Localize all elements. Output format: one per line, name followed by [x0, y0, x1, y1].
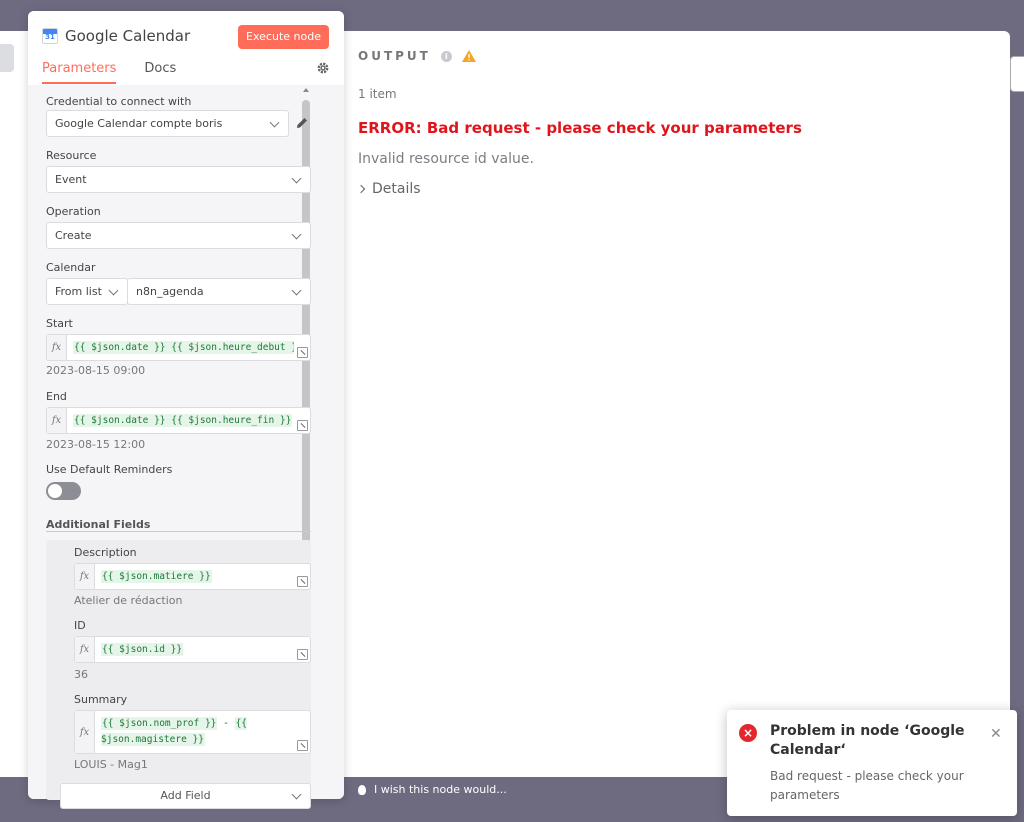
end-label: End: [46, 390, 67, 403]
output-header: OUTPUT i: [358, 49, 476, 63]
chevron-right-icon: [356, 184, 366, 194]
node-title-text: Google Calendar: [65, 27, 191, 45]
expand-icon[interactable]: [297, 740, 308, 751]
info-icon[interactable]: i: [440, 50, 452, 62]
expand-icon[interactable]: [297, 649, 308, 660]
divider: [46, 531, 311, 532]
error-icon: ×: [739, 724, 757, 742]
id-expression-field[interactable]: fx {{ $json.id }}: [74, 636, 311, 663]
lightbulb-icon: [358, 784, 366, 795]
tab-docs[interactable]: Docs: [144, 61, 176, 84]
operation-label: Operation: [46, 205, 101, 218]
summary-separator: -: [217, 718, 235, 729]
error-toast: × Problem in node ‘Google Calendar‘ Bad …: [727, 710, 1017, 816]
credential-value: Google Calendar compte boris: [55, 117, 223, 130]
fx-icon: fx: [47, 408, 67, 433]
credential-select[interactable]: Google Calendar compte boris: [46, 110, 289, 137]
chevron-down-icon: [291, 173, 302, 184]
google-calendar-icon: 31: [42, 28, 58, 44]
reminders-label: Use Default Reminders: [46, 463, 173, 476]
calendar-label: Calendar: [46, 261, 96, 274]
add-field-button[interactable]: Add Field: [60, 783, 311, 809]
fx-icon: fx: [75, 711, 95, 753]
chevron-down-icon: [291, 789, 302, 800]
start-label: Start: [46, 317, 73, 330]
toast-title: Problem in node ‘Google Calendar‘: [770, 723, 965, 758]
resource-select[interactable]: Event: [46, 166, 311, 193]
tab-parameters[interactable]: Parameters: [42, 61, 117, 84]
output-title: OUTPUT: [358, 49, 431, 63]
start-hint: 2023-08-15 09:00: [46, 364, 146, 377]
reminders-toggle[interactable]: [46, 482, 81, 500]
feedback-label: I wish this node would...: [374, 783, 507, 796]
error-title: ERROR: Bad request - please check your p…: [358, 119, 802, 137]
description-label: Description: [74, 546, 137, 559]
edit-credential-icon[interactable]: [295, 116, 309, 130]
description-hint: Atelier de rédaction: [74, 594, 183, 607]
end-expression: {{ $json.date }} {{ $json.heure_fin }}: [73, 414, 293, 427]
close-icon[interactable]: ✕: [990, 726, 1002, 742]
expand-icon[interactable]: [297, 576, 308, 587]
execute-node-button[interactable]: Execute node: [238, 25, 329, 49]
output-panel: OUTPUT i 1 item ERROR: Bad request - ple…: [300, 31, 1010, 777]
expand-icon[interactable]: [297, 347, 308, 358]
canvas-left-tab[interactable]: [0, 44, 14, 72]
calendar-mode-select[interactable]: From list: [46, 278, 128, 305]
node-tabs: Parameters Docs: [42, 61, 176, 84]
item-count: 1 item: [358, 87, 397, 101]
description-expression-field[interactable]: fx {{ $json.matiere }}: [74, 563, 311, 590]
calendar-select[interactable]: n8n_agenda: [127, 278, 311, 305]
feedback-link[interactable]: I wish this node would...: [358, 783, 507, 796]
summary-expression-1: {{ $json.nom_prof }}: [101, 717, 218, 730]
fx-icon: fx: [47, 335, 67, 360]
end-hint: 2023-08-15 12:00: [46, 438, 146, 451]
id-expression: {{ $json.id }}: [101, 643, 184, 656]
chevron-down-icon: [291, 285, 302, 296]
expand-icon[interactable]: [297, 420, 308, 431]
fx-icon: fx: [75, 564, 95, 589]
calendar-mode-value: From list: [55, 285, 102, 298]
chevron-down-icon: [291, 229, 302, 240]
operation-select[interactable]: Create: [46, 222, 311, 249]
canvas-right-control[interactable]: [1010, 56, 1024, 92]
warning-icon: [461, 50, 476, 62]
id-label: ID: [74, 619, 86, 632]
node-header: 31 Google Calendar Execute node Paramete…: [28, 11, 344, 85]
description-expression: {{ $json.matiere }}: [101, 570, 212, 583]
add-field-label: Add Field: [160, 789, 211, 802]
fx-icon: fx: [75, 637, 95, 662]
start-expression: {{ $json.date }} {{ $json.heure_debut }}: [73, 341, 294, 354]
gear-icon[interactable]: [316, 61, 330, 75]
calendar-value: n8n_agenda: [136, 285, 204, 298]
credential-label: Credential to connect with: [46, 95, 192, 108]
start-expression-field[interactable]: fx {{ $json.date }} {{ $json.heure_debut…: [46, 334, 311, 361]
resource-value: Event: [55, 173, 87, 186]
summary-label: Summary: [74, 693, 128, 706]
scroll-up-arrow[interactable]: [303, 88, 309, 92]
toggle-knob: [48, 484, 62, 498]
operation-value: Create: [55, 229, 92, 242]
end-expression-field[interactable]: fx {{ $json.date }} {{ $json.heure_fin }…: [46, 407, 311, 434]
node-title: 31 Google Calendar: [42, 27, 190, 45]
toast-message: Bad request - please check your paramete…: [770, 769, 964, 802]
details-toggle[interactable]: Details: [356, 181, 421, 197]
additional-fields-heading: Additional Fields: [46, 518, 151, 531]
summary-expression-field[interactable]: fx {{ $json.nom_prof }} - {{ $json.magis…: [74, 710, 311, 754]
id-hint: 36: [74, 668, 88, 681]
error-message: Invalid resource id value.: [358, 151, 534, 167]
resource-label: Resource: [46, 149, 97, 162]
chevron-down-icon: [269, 117, 280, 128]
details-label: Details: [372, 181, 421, 197]
chevron-down-icon: [108, 285, 119, 296]
summary-hint: LOUIS - Mag1: [74, 758, 148, 771]
